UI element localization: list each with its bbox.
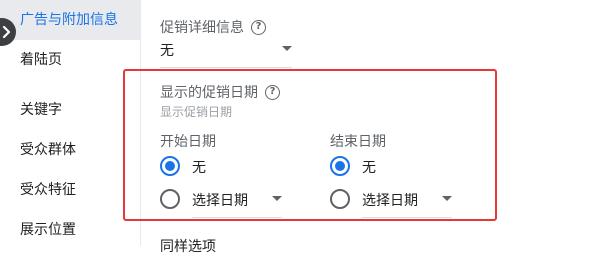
start-date-label: 开始日期 [160, 134, 216, 150]
sidebar-item-label: 受众特征 [20, 182, 76, 198]
sidebar-item-landing-pages[interactable]: 着陆页 [0, 40, 140, 80]
sidebar-item-label: 展示位置 [20, 222, 76, 238]
help-icon[interactable]: ? [251, 19, 266, 35]
displayed-promo-date-sublabel: 显示促销日期 [160, 105, 233, 119]
sidebar-item-placements[interactable]: 展示位置 [0, 210, 140, 250]
dropdown-underline [192, 217, 282, 218]
start-date-none-label[interactable]: 无 [192, 157, 206, 177]
end-date-select-radio[interactable] [330, 189, 350, 209]
dropdown-arrow-icon [272, 196, 282, 201]
displayed-promo-date-label-row: 显示的促销日期 ? [160, 82, 280, 102]
chevron-right-icon [2, 26, 12, 38]
next-section-label: 同样选项 [160, 239, 216, 255]
sidebar-item-ads-extensions[interactable]: 广告与附加信息 [0, 0, 140, 40]
promo-details-label: 促销详细信息 [160, 20, 244, 36]
dropdown-underline [160, 67, 292, 68]
sidebar-item-label: 受众群体 [20, 142, 76, 158]
promo-details-value: 无 [160, 43, 174, 59]
end-date-none-radio[interactable] [330, 156, 350, 176]
promo-details-label-row: 促销详细信息 ? [160, 17, 266, 37]
start-date-select-label: 选择日期 [192, 193, 248, 209]
start-date-select-dropdown[interactable]: 选择日期 [192, 188, 282, 218]
sidebar-item-audiences[interactable]: 受众群体 [0, 130, 140, 170]
sidebar-item-label: 着陆页 [20, 52, 62, 68]
end-date-select-dropdown[interactable]: 选择日期 [362, 188, 452, 218]
help-icon[interactable]: ? [265, 84, 280, 100]
start-date-none-radio[interactable] [160, 156, 180, 176]
sidebar-item-demographics[interactable]: 受众特征 [0, 170, 140, 210]
sidebar-item-label: 广告与附加信息 [20, 12, 118, 28]
end-date-label: 结束日期 [330, 134, 386, 150]
dropdown-underline [362, 217, 452, 218]
end-date-select-label: 选择日期 [362, 193, 418, 209]
start-date-select-radio[interactable] [160, 189, 180, 209]
dropdown-arrow-icon [442, 196, 452, 201]
displayed-promo-date-label: 显示的促销日期 [160, 85, 258, 101]
promo-details-dropdown[interactable]: 无 [160, 38, 292, 68]
sidebar-item-label: 关键字 [20, 102, 62, 118]
dropdown-arrow-icon [282, 46, 292, 51]
end-date-none-label[interactable]: 无 [362, 157, 376, 177]
sidebar-item-keywords[interactable]: 关键字 [0, 90, 140, 130]
sidebar: 广告与附加信息 着陆页 关键字 受众群体 受众特征 展示位置 [0, 0, 141, 246]
